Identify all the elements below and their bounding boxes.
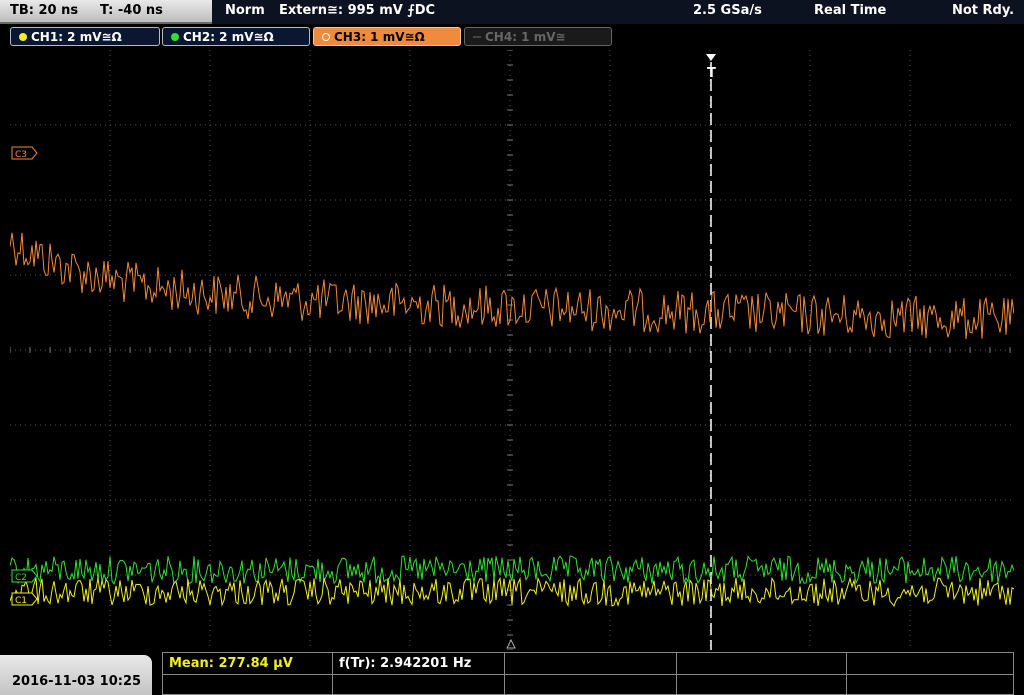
date-time-box[interactable]: 2016-11-03 10:25 (0, 655, 152, 695)
channel-1-offset-marker[interactable]: C1 (11, 592, 38, 606)
channel-2-label: CH2: 2 mV≅Ω (183, 30, 274, 44)
timebase-box[interactable]: TB: 20 ns T: -40 ns (0, 0, 212, 24)
date-time: 2016-11-03 10:25 (12, 674, 142, 689)
mean-measurement: Mean: 277.84 µV (169, 656, 293, 671)
channel-1-label: CH1: 2 mV≅Ω (31, 30, 122, 44)
channel-4-label: CH4: 1 mV≅ (485, 30, 566, 44)
acquisition-state: Not Rdy. (952, 3, 1015, 18)
measurement-cell-mean: Mean: 277.84 µV (163, 653, 333, 674)
measurement-cell-freq: f(Tr): 2.942201 Hz (333, 653, 505, 674)
timebase-label: TB: 20 ns (10, 3, 79, 18)
channel-1-button[interactable]: CH1: 2 mV≅Ω (10, 27, 160, 46)
channel-2-marker-label: C2 (15, 573, 27, 583)
channel-1-dot-icon (19, 33, 27, 41)
trigger-time-label: T: -40 ns (100, 3, 163, 18)
channel-3-button[interactable]: CH3: 1 mV≅Ω (313, 27, 461, 46)
channel-1-marker-label: C1 (15, 596, 27, 606)
measurement-panel[interactable]: Mean: 277.84 µV f(Tr): 2.942201 Hz (162, 652, 1014, 695)
trigger-marker-label: T (707, 66, 716, 81)
channel-3-label: CH3: 1 mV≅Ω (334, 30, 425, 44)
sample-rate: 2.5 GSa/s (693, 3, 762, 18)
status-bar: TB: 20 ns T: -40 ns Norm Extern≅: 995 mV… (0, 0, 1024, 24)
channel-3-dot-icon (322, 33, 330, 41)
measurement-cell-empty-4 (333, 674, 505, 695)
channel-3-offset-marker[interactable]: C3 (11, 146, 38, 160)
measurement-cell-empty-3 (163, 674, 333, 695)
trigger-frequency: f(Tr): 2.942201 Hz (339, 656, 472, 671)
channel-2-dot-icon (171, 33, 179, 41)
acquisition-mode[interactable]: Real Time (814, 3, 886, 18)
waveform-display[interactable]: T C3 C2 C1 (10, 50, 1014, 650)
trigger-mode[interactable]: Norm (225, 3, 265, 18)
channel-4-dash-icon (473, 36, 481, 38)
measurement-cell-empty-1 (505, 653, 677, 674)
measurement-cell-empty-5 (505, 674, 677, 695)
measurement-cell-empty-6 (677, 674, 847, 695)
channel-3-marker-label: C3 (15, 150, 27, 160)
channel-2-button[interactable]: CH2: 2 mV≅Ω (162, 27, 310, 46)
measurement-cell-empty-2 (677, 653, 847, 674)
channel-bar: CH1: 2 mV≅Ω CH2: 2 mV≅Ω CH3: 1 mV≅Ω CH4:… (0, 24, 1024, 49)
channel-2-offset-marker[interactable]: C2 (11, 569, 38, 583)
trigger-source[interactable]: Extern≅: 995 mV ⨍DC (279, 3, 435, 18)
channel-4-button[interactable]: CH4: 1 mV≅ (464, 27, 612, 46)
